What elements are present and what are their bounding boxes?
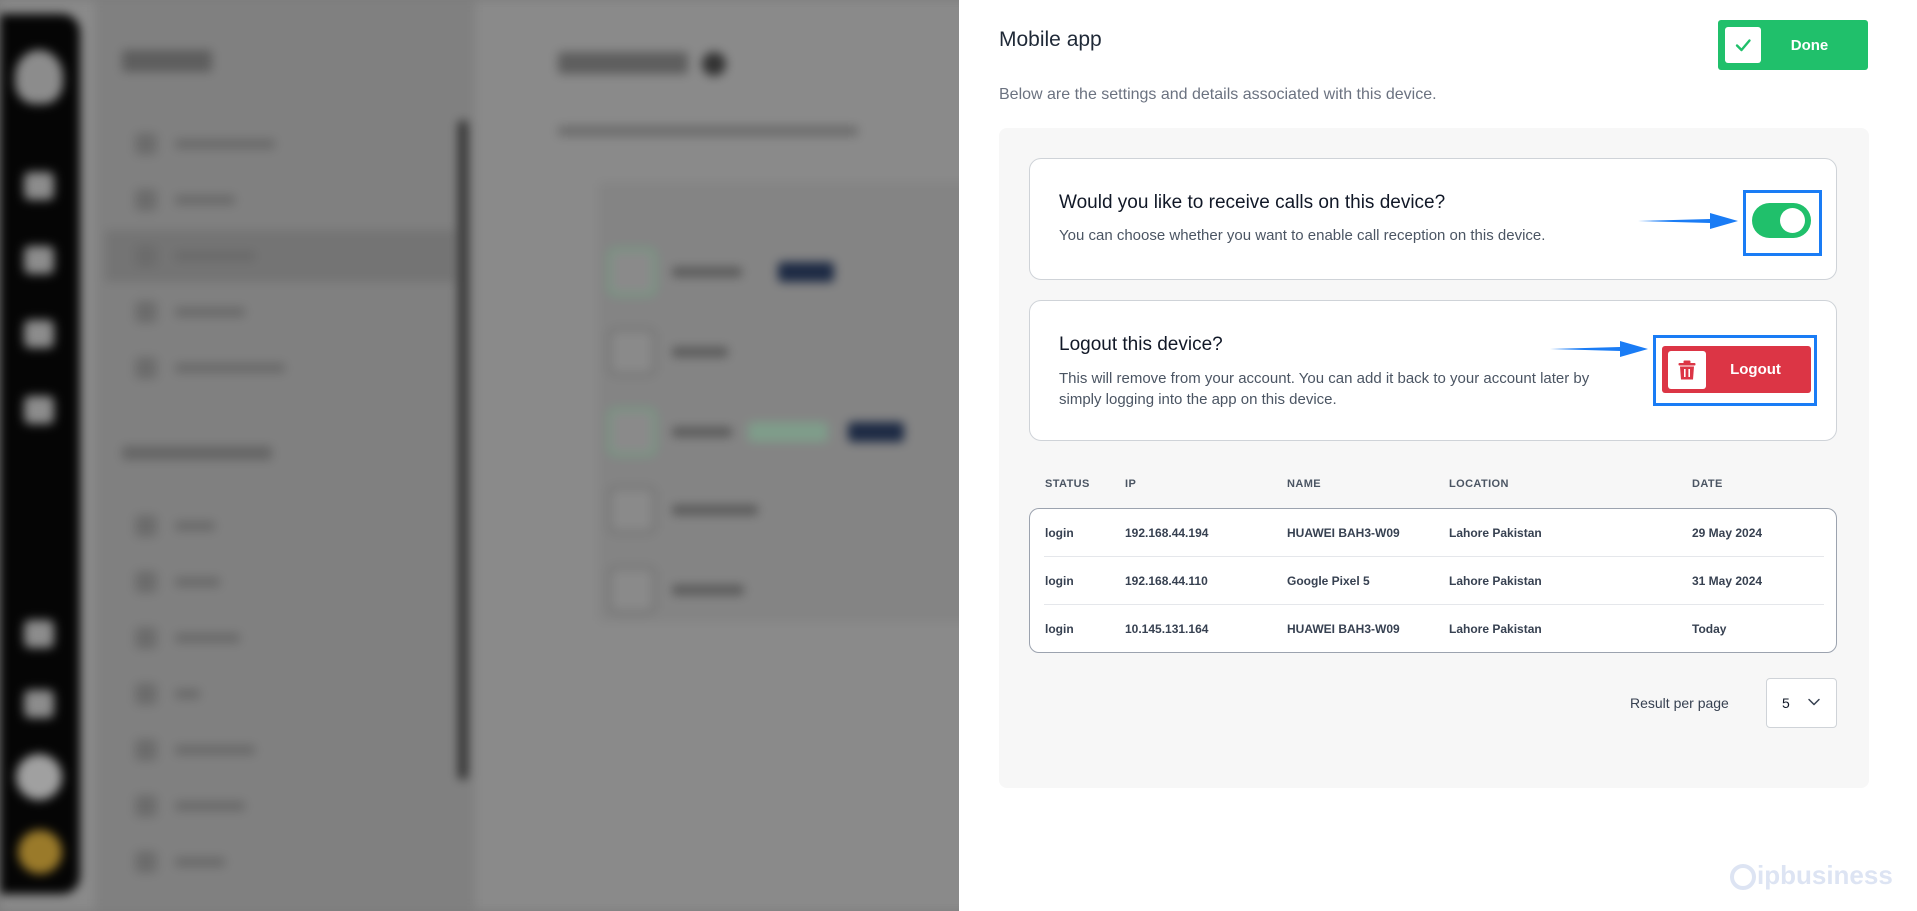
column-header-ip: IP bbox=[1125, 478, 1137, 490]
cell-name: HUAWEI BAH3-W09 bbox=[1287, 622, 1400, 636]
logout-button-label: Logout bbox=[1730, 361, 1781, 378]
results-per-page-label: Result per page bbox=[1630, 695, 1729, 711]
cell-ip: 10.145.131.164 bbox=[1125, 622, 1209, 636]
drawer-title: Mobile app bbox=[999, 28, 1102, 51]
check-icon bbox=[1725, 27, 1761, 63]
results-per-page-select[interactable]: 5 bbox=[1766, 678, 1837, 728]
receive-calls-toggle[interactable] bbox=[1752, 203, 1811, 238]
stats-icon bbox=[24, 620, 54, 648]
table-row: login 10.145.131.164 HUAWEI BAH3-W09 Lah… bbox=[1030, 605, 1838, 653]
sidebar-active-item bbox=[105, 230, 455, 282]
sessions-table: login 192.168.44.194 HUAWEI BAH3-W09 Lah… bbox=[1029, 508, 1837, 653]
phone-icon bbox=[24, 172, 54, 200]
logout-text-line2: simply logging into the app on this devi… bbox=[1059, 391, 1337, 408]
brand-watermark-text: ipbusiness bbox=[1757, 860, 1893, 890]
logout-heading: Logout this device? bbox=[1059, 334, 1223, 355]
table-row: login 192.168.44.110 Google Pixel 5 Laho… bbox=[1030, 557, 1838, 605]
call-log-icon bbox=[24, 690, 54, 718]
logout-highlight: Logout bbox=[1653, 335, 1817, 406]
app-icon-rail bbox=[0, 14, 80, 894]
done-button[interactable]: Done bbox=[1718, 20, 1868, 70]
chat-icon bbox=[24, 246, 54, 274]
drawer-description: Below are the settings and details assoc… bbox=[999, 86, 1437, 103]
devices-subtitle-placeholder bbox=[558, 126, 858, 136]
cell-date: 29 May 2024 bbox=[1692, 526, 1763, 540]
device-row bbox=[608, 248, 1008, 298]
cell-location: Lahore Pakistan bbox=[1449, 526, 1542, 540]
cell-date: 31 May 2024 bbox=[1692, 574, 1763, 588]
device-settings-panel: Would you like to receive calls on this … bbox=[999, 128, 1869, 788]
cell-date: Today bbox=[1692, 622, 1727, 636]
done-button-label: Done bbox=[1790, 36, 1829, 54]
device-details-drawer: Mobile app Done Below are the settings a… bbox=[959, 0, 1917, 911]
cell-status: login bbox=[1045, 622, 1074, 636]
settings-gear-icon bbox=[16, 754, 62, 800]
sidebar-scrollbar bbox=[458, 120, 468, 780]
devices-title-placeholder bbox=[558, 52, 688, 74]
arrow-right-icon bbox=[1550, 341, 1648, 357]
contacts-icon bbox=[24, 320, 54, 348]
receive-calls-heading: Would you like to receive calls on this … bbox=[1059, 192, 1446, 213]
brand-watermark: ipbusiness bbox=[1730, 860, 1893, 891]
cell-name: HUAWEI BAH3-W09 bbox=[1287, 526, 1400, 540]
cell-location: Lahore Pakistan bbox=[1449, 622, 1542, 636]
cell-ip: 192.168.44.194 bbox=[1125, 526, 1209, 540]
avatar bbox=[18, 830, 62, 874]
column-header-status: STATUS bbox=[1045, 478, 1090, 490]
device-row bbox=[608, 566, 1008, 616]
sidebar-section-heading bbox=[122, 446, 272, 460]
device-row bbox=[608, 328, 1008, 378]
arrow-right-icon bbox=[1638, 213, 1738, 229]
settings-heading-placeholder bbox=[122, 50, 212, 72]
app-logo-icon bbox=[15, 50, 63, 104]
cell-status: login bbox=[1045, 526, 1074, 540]
device-row bbox=[608, 408, 1008, 458]
trash-icon bbox=[1668, 350, 1706, 389]
toggle-knob bbox=[1780, 208, 1805, 233]
column-header-location: LOCATION bbox=[1449, 478, 1509, 490]
receive-calls-text: You can choose whether you want to enabl… bbox=[1059, 227, 1546, 244]
device-row bbox=[608, 486, 1008, 536]
chevron-down-icon bbox=[1808, 698, 1820, 706]
logout-text-line1: This will remove from your account. You … bbox=[1059, 370, 1590, 387]
help-icon bbox=[702, 52, 726, 76]
calendar-icon bbox=[24, 396, 54, 424]
column-header-date: DATE bbox=[1692, 478, 1723, 490]
logout-button[interactable]: Logout bbox=[1662, 346, 1811, 393]
column-header-name: NAME bbox=[1287, 478, 1321, 490]
toggle-highlight bbox=[1743, 190, 1822, 256]
table-row: login 192.168.44.194 HUAWEI BAH3-W09 Lah… bbox=[1030, 509, 1838, 557]
cell-name: Google Pixel 5 bbox=[1287, 574, 1370, 588]
cell-ip: 192.168.44.110 bbox=[1125, 574, 1208, 588]
cell-location: Lahore Pakistan bbox=[1449, 574, 1542, 588]
brand-logo-icon bbox=[1730, 864, 1756, 891]
receive-calls-card: Would you like to receive calls on this … bbox=[1029, 158, 1837, 280]
cell-status: login bbox=[1045, 574, 1074, 588]
logout-card: Logout this device? This will remove fro… bbox=[1029, 300, 1837, 441]
results-per-page-value: 5 bbox=[1782, 695, 1790, 711]
